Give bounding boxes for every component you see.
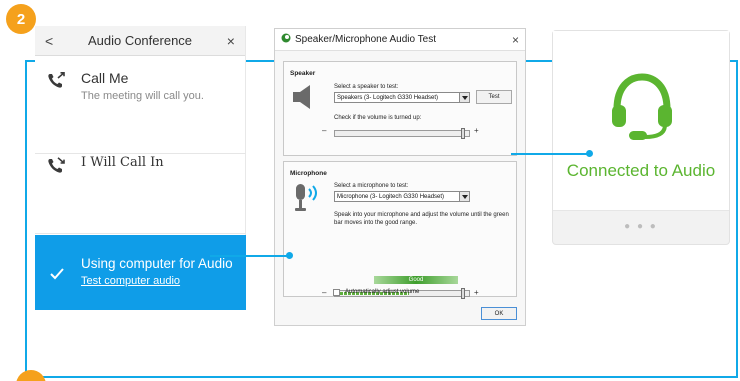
dialog-close-button[interactable]: ×	[512, 33, 519, 47]
connector-dot	[586, 150, 593, 157]
checkmark-icon	[43, 266, 71, 280]
connection-status-panel: Connected to Audio ● ● ●	[552, 30, 730, 245]
connector-line	[511, 153, 591, 155]
microphone-icon	[292, 182, 322, 219]
speaker-select[interactable]: Speakers (3- Logitech G330 Headset)	[334, 92, 470, 103]
microphone-selected-value: Microphone (3- Logitech G330 Headset)	[337, 194, 445, 200]
minus-icon: –	[322, 126, 327, 135]
connector-line	[210, 255, 290, 257]
microphone-group: Microphone Select a microphone to test: …	[283, 161, 517, 299]
phone-outgoing-icon	[43, 70, 71, 90]
test-button[interactable]: Test	[476, 90, 512, 104]
ok-button[interactable]: OK	[481, 307, 517, 320]
audio-conference-title: Audio Conference	[87, 33, 193, 48]
minus-icon: –	[322, 288, 327, 297]
plus-icon: +	[474, 126, 479, 135]
audio-conference-header: < Audio Conference ×	[35, 26, 245, 56]
step-badge: 2	[6, 4, 36, 34]
slider-thumb[interactable]	[461, 128, 466, 139]
speaker-selected-value: Speakers (3- Logitech G330 Headset)	[337, 95, 439, 101]
speaker-select-label: Select a speaker to test:	[334, 84, 399, 90]
call-me-subtitle: The meeting will call you.	[81, 90, 204, 102]
call-me-title: Call Me	[81, 70, 129, 86]
microphone-instructions: Speak into your microphone and adjust th…	[334, 212, 509, 226]
option-call-in[interactable]: I Will Call In	[35, 155, 246, 234]
audio-conference-panel: < Audio Conference × Call Me The meeting…	[35, 26, 246, 310]
speaker-icon	[292, 84, 314, 115]
good-range-indicator: Good	[374, 276, 458, 284]
phone-incoming-icon	[43, 155, 71, 175]
speaker-volume-slider[interactable]	[334, 128, 470, 139]
headset-icon	[609, 71, 675, 146]
speaker-volume-label: Check if the volume is turned up:	[334, 115, 422, 121]
connection-status-card: Connected to Audio	[553, 31, 729, 211]
option-computer-audio[interactable]: Using computer for Audio Test computer a…	[35, 235, 246, 310]
connector-dot	[286, 252, 293, 259]
app-logo-icon	[281, 33, 291, 46]
slider-thumb[interactable]	[461, 288, 466, 299]
close-button[interactable]: ×	[227, 33, 235, 49]
dropdown-arrow-icon	[459, 93, 469, 102]
more-options-icon[interactable]: ● ● ●	[553, 221, 729, 232]
call-in-title: I Will Call In	[81, 155, 164, 170]
dialog-title: Speaker/Microphone Audio Test	[295, 34, 437, 45]
speaker-group: Speaker Select a speaker to test: Speake…	[283, 61, 517, 156]
speaker-group-label: Speaker	[290, 70, 316, 77]
back-button[interactable]: <	[45, 33, 53, 49]
audio-test-dialog: Speaker/Microphone Audio Test × Speaker …	[274, 28, 526, 326]
option-call-me[interactable]: Call Me The meeting will call you.	[35, 70, 246, 154]
computer-audio-title: Using computer for Audio	[81, 256, 233, 271]
microphone-select-label: Select a microphone to test:	[334, 183, 409, 189]
microphone-group-label: Microphone	[290, 170, 327, 177]
plus-icon: +	[474, 288, 479, 297]
test-computer-audio-link[interactable]: Test computer audio	[81, 275, 180, 287]
microphone-select[interactable]: Microphone (3- Logitech G330 Headset)	[334, 191, 470, 202]
auto-adjust-checkbox[interactable]	[333, 289, 340, 296]
auto-adjust-label: Automatically adjust volume	[345, 289, 420, 295]
dropdown-arrow-icon	[459, 192, 469, 201]
dialog-titlebar: Speaker/Microphone Audio Test ×	[275, 29, 525, 51]
connected-status-text: Connected to Audio	[566, 161, 716, 180]
